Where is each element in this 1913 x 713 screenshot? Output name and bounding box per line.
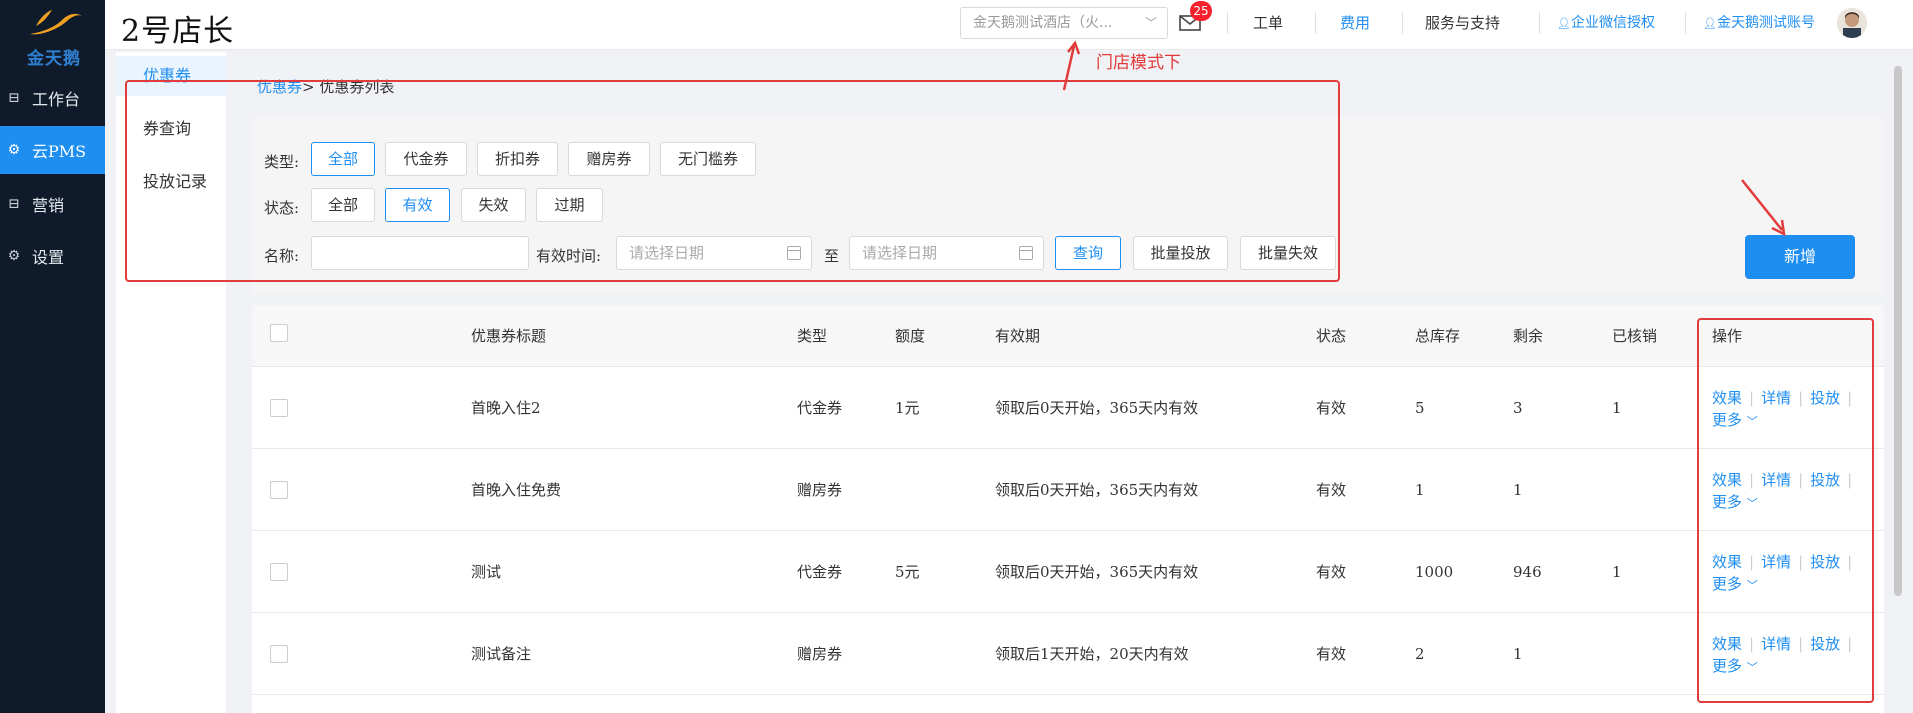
- cell-stock: 2: [1415, 645, 1425, 663]
- divider: [1402, 12, 1403, 34]
- annotation-box-actions: [1697, 318, 1874, 703]
- nav-work-order[interactable]: 工单: [1253, 0, 1283, 46]
- table-header: 优惠券标题 类型 额度 有效期 状态 总库存 剩余 已核销 操作: [252, 305, 1884, 367]
- table-row: 首晚入住2 代金券 1元 领取后0天开始，365天内有效 有效 5 3 1 效果…: [252, 367, 1884, 449]
- column-header: 有效期: [995, 327, 1041, 345]
- cell-validity: 领取后1天开始，20天内有效: [995, 645, 1189, 663]
- cell-used: 1: [1612, 399, 1622, 417]
- marketing-icon: ⊟: [8, 196, 20, 212]
- brand-logo[interactable]: 金天鹅: [18, 4, 90, 69]
- table-row: 测试 代金券 5元 领取后0天开始，365天内有效 有效 1000 946 1 …: [252, 531, 1884, 613]
- workbench-icon: ⊟: [8, 90, 20, 106]
- account-name: 金天鹅测试账号: [1716, 15, 1815, 31]
- user-icon: 👤︎: [1703, 17, 1717, 30]
- notification-badge: 25: [1190, 1, 1212, 21]
- column-header: 额度: [895, 327, 926, 345]
- column-header: 优惠券标题: [471, 327, 547, 345]
- nav-item-workbench[interactable]: ⊟ 工作台: [0, 74, 105, 122]
- vertical-scrollbar[interactable]: [1894, 66, 1902, 596]
- logo-text: 金天鹅: [27, 49, 81, 69]
- chevron-down-icon: ﹀: [1144, 16, 1157, 30]
- cell-remaining: 946: [1513, 563, 1542, 581]
- annotation-box-filters: [125, 80, 1340, 282]
- cell-amount: 1元: [895, 399, 920, 417]
- cell-type: 代金券: [797, 563, 843, 581]
- column-header: 总库存: [1415, 327, 1461, 345]
- nav-item-label: 设置: [32, 248, 65, 267]
- annotation-store-mode: 门店模式下: [1096, 53, 1181, 73]
- column-header: 剩余: [1513, 327, 1544, 345]
- user-icon: 👤︎: [1557, 17, 1571, 30]
- nav-item-label: 营销: [32, 196, 65, 215]
- divider: [1227, 12, 1228, 34]
- account-menu[interactable]: 👤︎金天鹅测试账号: [1703, 0, 1815, 46]
- cell-stock: 5: [1415, 399, 1425, 417]
- nav-item-cloud-pms[interactable]: ⚙ 云PMS: [0, 126, 105, 174]
- row-checkbox[interactable]: [270, 399, 288, 417]
- cell-status: 有效: [1316, 563, 1347, 581]
- cell-amount: 5元: [895, 563, 920, 581]
- cell-type: 代金券: [797, 399, 843, 417]
- avatar[interactable]: [1837, 8, 1867, 38]
- cell-stock: 1: [1415, 481, 1425, 499]
- nav-item-label: 工作台: [32, 90, 81, 109]
- nav-item-label: 云PMS: [32, 142, 87, 161]
- app-title: 2号店长: [121, 14, 235, 49]
- column-header: 状态: [1316, 327, 1347, 345]
- cell-validity: 领取后0天开始，365天内有效: [995, 399, 1199, 417]
- nav-fees[interactable]: 费用: [1340, 0, 1370, 46]
- cell-title: 测试: [471, 563, 502, 581]
- row-checkbox[interactable]: [270, 563, 288, 581]
- cell-remaining: 1: [1513, 645, 1523, 663]
- hotel-select-value: 金天鹅测试酒店（火...: [973, 15, 1113, 31]
- select-all-checkbox[interactable]: [270, 324, 288, 342]
- annotation-arrow-up-icon: [1062, 40, 1081, 91]
- table-row: 首晚入住免费 赠房券 领取后0天开始，365天内有效 有效 1 1 效果 | 详情 |…: [252, 449, 1884, 531]
- add-coupon-button[interactable]: 新增: [1745, 235, 1855, 279]
- divider: [1539, 12, 1540, 34]
- cell-title: 测试备注: [471, 645, 532, 663]
- nav-item-marketing[interactable]: ⊟ 营销: [0, 180, 105, 228]
- top-header: 2号店长 金天鹅测试酒店（火... ﹀ 25 工单 费用 服务与支持 👤︎企业微…: [105, 0, 1913, 50]
- cell-used: 1: [1612, 563, 1622, 581]
- nav-service-support[interactable]: 服务与支持: [1425, 0, 1500, 46]
- cell-type: 赠房券: [797, 645, 843, 663]
- cell-validity: 领取后0天开始，365天内有效: [995, 563, 1199, 581]
- row-checkbox[interactable]: [270, 481, 288, 499]
- cell-type: 赠房券: [797, 481, 843, 499]
- table-row: 测试备注 赠房券 领取后1天开始，20天内有效 有效 2 1 效果 | 详情 | 投放 |…: [252, 613, 1884, 695]
- divider: [1315, 12, 1316, 34]
- nav-item-settings[interactable]: ⚙ 设置: [0, 232, 105, 280]
- cell-status: 有效: [1316, 645, 1347, 663]
- avatar-image: [1837, 8, 1867, 38]
- cell-validity: 领取后0天开始，365天内有效: [995, 481, 1199, 499]
- nav-wechat-auth-label: 企业微信授权: [1570, 15, 1655, 31]
- left-navigation: 金天鹅 ⊟ 工作台 ⚙ 云PMS ⊟ 营销 ⚙ 设置: [0, 0, 105, 713]
- cell-status: 有效: [1316, 481, 1347, 499]
- settings-icon: ⚙: [7, 248, 21, 264]
- cell-remaining: 1: [1513, 481, 1523, 499]
- gear-icon: ⚙: [7, 142, 21, 158]
- hotel-select[interactable]: 金天鹅测试酒店（火... ﹀: [960, 7, 1168, 39]
- annotation-arrow-down-icon: [1741, 179, 1786, 237]
- cell-title: 首晚入住免费: [471, 481, 562, 499]
- cell-remaining: 3: [1513, 399, 1523, 417]
- swan-logo-icon: [30, 10, 82, 35]
- column-header: 类型: [797, 327, 828, 345]
- coupon-table: 优惠券标题 类型 额度 有效期 状态 总库存 剩余 已核销 操作 首晚入住2 代…: [252, 305, 1884, 713]
- divider: [1685, 12, 1686, 34]
- column-header: 已核销: [1612, 327, 1658, 345]
- row-checkbox[interactable]: [270, 645, 288, 663]
- cell-title: 首晚入住2: [471, 399, 541, 417]
- cell-status: 有效: [1316, 399, 1347, 417]
- cell-stock: 1000: [1415, 563, 1454, 581]
- nav-wechat-auth[interactable]: 👤︎企业微信授权: [1557, 0, 1655, 46]
